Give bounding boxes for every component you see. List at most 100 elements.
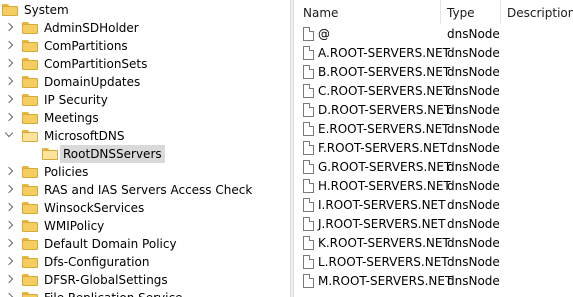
tree-item-file-replication-service[interactable]: File Replication Service <box>0 289 290 297</box>
list-item[interactable]: K.ROOT-SERVERS.NET dnsNode <box>294 234 573 253</box>
chevron-right-icon[interactable] <box>4 202 14 212</box>
list-item[interactable]: D.ROOT-SERVERS.NET dnsNode <box>294 101 573 120</box>
tree-item-label: Meetings <box>44 111 99 125</box>
tree-item-system[interactable]: System <box>0 1 290 19</box>
tree-item-label: IP Security <box>44 93 108 107</box>
item-name: B.ROOT-SERVERS.NET <box>318 65 451 79</box>
column-header-name[interactable]: Name <box>303 0 338 24</box>
folder-open-icon <box>42 148 58 160</box>
column-header-type[interactable]: Type <box>447 0 475 24</box>
list-item[interactable]: C.ROOT-SERVERS.NET dnsNode <box>294 82 573 101</box>
document-icon <box>303 198 314 212</box>
column-header: Name Type Description <box>294 0 573 24</box>
chevron-right-icon[interactable] <box>4 112 14 122</box>
folder-icon <box>22 112 38 124</box>
item-type: dnsNode <box>447 65 500 79</box>
tree-pane: System AdminSDHolder ComPartitions ComPa… <box>0 0 290 297</box>
tree-item-label: RootDNSServers <box>60 145 165 163</box>
tree-item-label: ComPartitions <box>44 39 128 53</box>
document-icon <box>303 122 314 136</box>
chevron-right-icon[interactable] <box>4 76 14 86</box>
column-divider[interactable] <box>440 0 441 24</box>
item-name: M.ROOT-SERVERS.NET <box>318 274 453 288</box>
list-item[interactable]: F.ROOT-SERVERS.NET dnsNode <box>294 139 573 158</box>
list-item[interactable]: B.ROOT-SERVERS.NET dnsNode <box>294 63 573 82</box>
tree-item-label: AdminSDHolder <box>44 21 139 35</box>
item-name: C.ROOT-SERVERS.NET <box>318 84 451 98</box>
folder-icon <box>22 166 38 178</box>
tree-item-ras-ias[interactable]: RAS and IAS Servers Access Check <box>0 181 290 199</box>
tree-item-dfs-configuration[interactable]: Dfs-Configuration <box>0 253 290 271</box>
item-type: dnsNode <box>447 122 500 136</box>
tree-item-compartitions[interactable]: ComPartitions <box>0 37 290 55</box>
column-divider[interactable] <box>500 0 501 24</box>
item-name: E.ROOT-SERVERS.NET <box>318 122 450 136</box>
document-icon <box>303 160 314 174</box>
document-icon <box>303 103 314 117</box>
item-type: dnsNode <box>447 255 500 269</box>
list-item[interactable]: G.ROOT-SERVERS.NET dnsNode <box>294 158 573 177</box>
tree-item-adminsdholder[interactable]: AdminSDHolder <box>0 19 290 37</box>
list-item[interactable]: M.ROOT-SERVERS.NET dnsNode <box>294 272 573 291</box>
chevron-right-icon[interactable] <box>4 40 14 50</box>
list-item[interactable]: L.ROOT-SERVERS.NET dnsNode <box>294 253 573 272</box>
folder-icon <box>2 4 18 16</box>
list-item[interactable]: H.ROOT-SERVERS.NET dnsNode <box>294 177 573 196</box>
list-item[interactable]: I.ROOT-SERVERS.NET dnsNode <box>294 196 573 215</box>
document-icon <box>303 274 314 288</box>
document-icon <box>303 141 314 155</box>
item-type: dnsNode <box>447 103 500 117</box>
item-name: K.ROOT-SERVERS.NET <box>318 236 450 250</box>
item-name: @ <box>318 27 330 41</box>
folder-icon <box>22 40 38 52</box>
tree-item-label: DFSR-GlobalSettings <box>44 273 168 287</box>
tree-item-label: Dfs-Configuration <box>44 255 150 269</box>
item-name: J.ROOT-SERVERS.NET <box>318 217 446 231</box>
tree-item-compartitionsets[interactable]: ComPartitionSets <box>0 55 290 73</box>
chevron-right-icon[interactable] <box>4 184 14 194</box>
chevron-down-icon[interactable] <box>4 128 14 138</box>
document-icon <box>303 46 314 60</box>
tree-item-meetings[interactable]: Meetings <box>0 109 290 127</box>
folder-icon <box>22 58 38 70</box>
list-item[interactable]: E.ROOT-SERVERS.NET dnsNode <box>294 120 573 139</box>
document-icon <box>303 27 314 41</box>
chevron-right-icon[interactable] <box>4 22 14 32</box>
tree-item-label: MicrosoftDNS <box>44 129 125 143</box>
tree-item-label: Policies <box>44 165 89 179</box>
tree-item-dfsr-globalsettings[interactable]: DFSR-GlobalSettings <box>0 271 290 289</box>
chevron-right-icon[interactable] <box>4 58 14 68</box>
tree-item-label: WMIPolicy <box>44 219 105 233</box>
list-item[interactable]: A.ROOT-SERVERS.NET dnsNode <box>294 44 573 63</box>
list-item[interactable]: @ dnsNode <box>294 25 573 44</box>
tree-item-rootdnsservers[interactable]: RootDNSServers <box>0 145 290 163</box>
tree-item-policies[interactable]: Policies <box>0 163 290 181</box>
tree-item-microsoftdns[interactable]: MicrosoftDNS <box>0 127 290 145</box>
chevron-right-icon[interactable] <box>4 292 14 297</box>
column-header-description[interactable]: Description <box>507 0 573 24</box>
list-pane: Name Type Description @ dnsNode A.ROOT-SE… <box>294 0 573 297</box>
tree-item-wmipolicy[interactable]: WMIPolicy <box>0 217 290 235</box>
chevron-right-icon[interactable] <box>4 256 14 266</box>
folder-icon <box>22 184 38 196</box>
chevron-right-icon[interactable] <box>4 220 14 230</box>
tree-item-ip-security[interactable]: IP Security <box>0 91 290 109</box>
list-item[interactable]: J.ROOT-SERVERS.NET dnsNode <box>294 215 573 234</box>
tree-item-domainupdates[interactable]: DomainUpdates <box>0 73 290 91</box>
item-type: dnsNode <box>447 236 500 250</box>
item-type: dnsNode <box>447 198 500 212</box>
chevron-right-icon[interactable] <box>4 238 14 248</box>
folder-icon <box>22 238 38 250</box>
chevron-right-icon[interactable] <box>4 274 14 284</box>
chevron-right-icon[interactable] <box>4 166 14 176</box>
tree-item-default-domain-policy[interactable]: Default Domain Policy <box>0 235 290 253</box>
item-type: dnsNode <box>447 274 500 288</box>
tree-item-label: System <box>24 3 69 17</box>
document-icon <box>303 65 314 79</box>
item-name: G.ROOT-SERVERS.NET <box>318 160 452 174</box>
item-type: dnsNode <box>447 217 500 231</box>
item-name: L.ROOT-SERVERS.NET <box>318 255 449 269</box>
chevron-right-icon[interactable] <box>4 94 14 104</box>
folder-open-icon <box>22 130 38 142</box>
tree-item-winsockservices[interactable]: WinsockServices <box>0 199 290 217</box>
